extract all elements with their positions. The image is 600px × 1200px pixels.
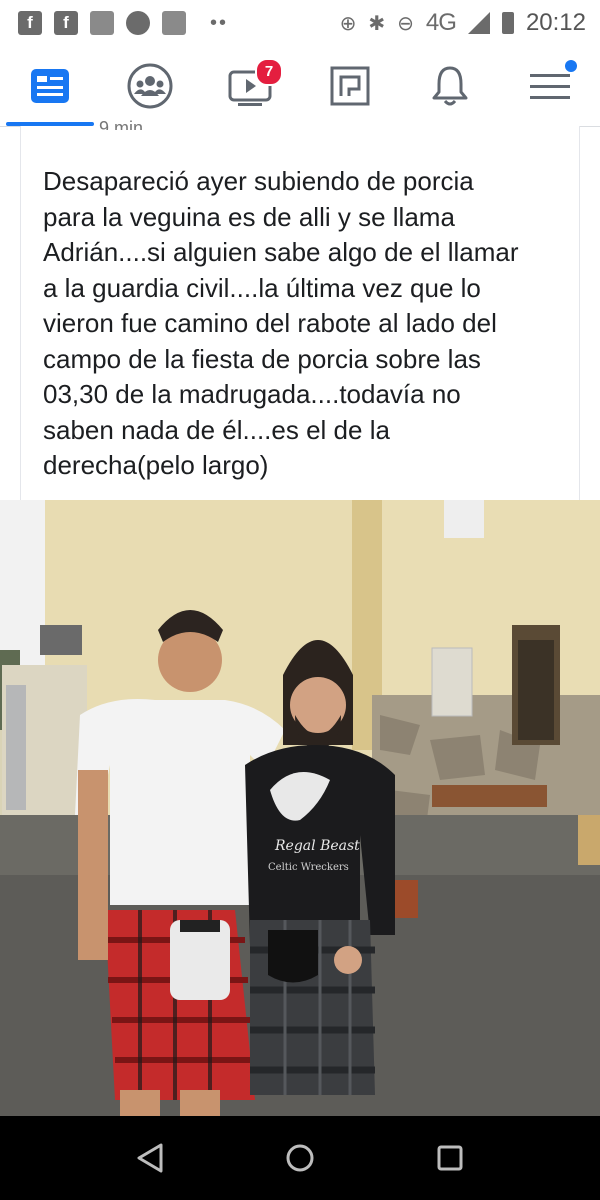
gallery-icon [90, 11, 114, 35]
tab-notifications[interactable] [400, 46, 500, 126]
recents-button[interactable] [430, 1140, 470, 1176]
status-indicators: ⊕ ✱ ⊖ 4G 20:12 [340, 0, 586, 46]
notifications-icon [432, 66, 468, 106]
groups-icon [127, 63, 173, 109]
facebook-icon: f [18, 11, 42, 35]
tab-menu[interactable] [500, 46, 600, 126]
news-feed-icon [31, 69, 69, 103]
menu-dot-badge [565, 60, 577, 72]
network-type: 4G [425, 9, 457, 36]
recents-icon [437, 1145, 463, 1171]
shirt-text-2: Celtic Wreckers [268, 862, 349, 873]
status-bar: f f •• ⊕ ✱ ⊖ 4G 20:12 [0, 0, 600, 46]
top-nav: 7 [0, 46, 600, 127]
back-icon [137, 1143, 163, 1173]
tab-groups[interactable] [100, 46, 200, 126]
data-saver-icon: ⊕ [339, 12, 357, 35]
dnd-icon: ⊖ [397, 12, 414, 35]
menu-icon [530, 74, 570, 99]
photo-illustration: Regal Beast Celtic Wreckers [0, 500, 600, 1116]
home-icon [286, 1144, 314, 1172]
shirt-text-1: Regal Beast [274, 838, 360, 854]
post-timestamp: 9 min [99, 118, 144, 130]
signal-icon [467, 12, 490, 34]
back-button[interactable] [130, 1140, 170, 1176]
post-photo[interactable]: Regal Beast Celtic Wreckers [0, 500, 600, 1116]
watch-badge: 7 [255, 58, 283, 86]
more-notifications-icon: •• [210, 11, 229, 34]
home-button[interactable] [280, 1140, 320, 1176]
android-nav-bar [0, 1116, 600, 1200]
tab-watch[interactable]: 7 [200, 46, 300, 126]
clock: 20:12 [525, 9, 586, 36]
bluetooth-icon: ✱ [368, 12, 386, 35]
folder-icon [162, 11, 186, 35]
marketplace-icon [330, 66, 370, 106]
post-card: 9 min Desapareció ayer subiendo de porci… [20, 118, 580, 500]
tab-news-feed[interactable] [0, 46, 100, 126]
facebook-icon: f [54, 11, 78, 35]
keyboard-icon [126, 11, 150, 35]
notification-icons: f f •• [0, 11, 228, 35]
post-text: Desapareció ayer subiendo de porcia para… [43, 166, 519, 480]
battery-icon [501, 12, 514, 34]
tab-marketplace[interactable] [300, 46, 400, 126]
